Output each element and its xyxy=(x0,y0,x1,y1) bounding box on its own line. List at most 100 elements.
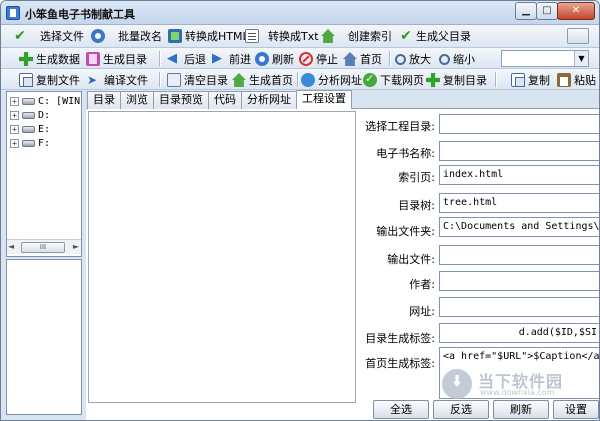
clear-toc-label: 清空目录 xyxy=(184,74,228,87)
copy-button[interactable]: 复制 xyxy=(511,71,550,89)
drive-label: F: xyxy=(38,138,51,149)
tab-code[interactable]: 代码 xyxy=(208,91,242,109)
to-html-button[interactable]: 转换成HTML xyxy=(168,27,249,45)
copy-label: 复制 xyxy=(528,74,550,87)
toolbar-options-button[interactable] xyxy=(567,28,589,44)
tree-item-f[interactable]: + F: xyxy=(10,137,50,150)
forward-label: 前进 xyxy=(229,53,251,66)
scroll-right-arrow-icon[interactable]: ► xyxy=(73,242,79,251)
app-icon xyxy=(6,6,20,20)
horizontal-scrollbar[interactable]: ◄ III ► xyxy=(7,239,81,254)
home-icon xyxy=(232,73,246,87)
settings-button[interactable]: 设置 xyxy=(553,400,599,419)
file-list[interactable] xyxy=(6,259,82,415)
zoom-out-button[interactable]: 缩小 xyxy=(439,50,475,68)
output-file-input[interactable] xyxy=(439,245,599,265)
watermark: 当下软件园 www.downxia.com xyxy=(442,367,599,401)
index-page-label: 索引页: xyxy=(398,171,435,184)
generate-toc-button[interactable]: 生成目录 xyxy=(86,50,147,68)
create-index-button[interactable]: 创建索引 xyxy=(321,27,392,45)
preview-pane[interactable] xyxy=(88,111,356,403)
homepage-tag-label: 首页生成标签: xyxy=(365,357,435,370)
drive-icon xyxy=(22,126,35,133)
author-input[interactable] xyxy=(439,271,599,291)
toolbar-navigation: 生成数据 生成目录 ◀ 后退 ▶ 前进 刷新 停止 首页 放大 缩小 ▼ xyxy=(1,48,599,69)
zoom-out-label: 缩小 xyxy=(453,53,475,66)
invert-selection-button[interactable]: 反选 xyxy=(433,400,489,419)
clear-toc-button[interactable]: 清空目录 xyxy=(167,71,228,89)
toc-tree-input[interactable]: tree.html xyxy=(439,193,599,213)
select-all-button[interactable]: 全选 xyxy=(373,400,429,419)
download-page-button[interactable]: 下载网页 xyxy=(363,71,424,89)
copy-toc-button[interactable]: 复制目录 xyxy=(426,71,487,89)
tab-toc[interactable]: 目录 xyxy=(87,91,121,109)
tree-item-c[interactable]: + C: [WIN xyxy=(10,95,80,108)
minimize-button[interactable]: ▁ xyxy=(515,2,537,20)
scroll-left-arrow-icon[interactable]: ◄ xyxy=(8,242,14,251)
refresh-icon xyxy=(91,29,105,43)
stop-button[interactable]: 停止 xyxy=(299,50,338,68)
toolbar-actions: 复制文件 ➤ 编译文件 清空目录 生成首页 分析网址 下载网页 复制目录 xyxy=(1,69,599,90)
paste-button[interactable]: 粘贴 xyxy=(557,71,596,89)
forward-button[interactable]: ▶ 前进 xyxy=(212,50,251,68)
tab-analyze-url[interactable]: 分析网址 xyxy=(241,91,297,109)
window-title: 小笨鱼电子书制献工具 xyxy=(25,8,135,21)
address-combo[interactable]: ▼ xyxy=(501,50,589,67)
paste-label: 粘贴 xyxy=(574,74,596,87)
expand-icon[interactable]: + xyxy=(10,139,19,148)
toc-tag-input[interactable]: d.add($ID,$SI xyxy=(439,323,599,343)
compile-file-button[interactable]: ➤ 编译文件 xyxy=(87,71,148,89)
forward-arrow-icon: ▶ xyxy=(212,51,222,66)
index-page-input[interactable]: index.html xyxy=(439,165,599,185)
project-dir-label: 选择工程目录: xyxy=(365,120,435,133)
drive-tree[interactable]: + C: [WIN + D: + E: + F: xyxy=(6,91,82,257)
compile-arrow-icon: ➤ xyxy=(87,73,98,87)
generate-homepage-button[interactable]: 生成首页 xyxy=(232,71,293,89)
refresh-icon xyxy=(255,52,269,66)
refresh-list-button[interactable]: 刷新 xyxy=(493,400,549,419)
toolbar-separator xyxy=(159,72,160,87)
home-label: 首页 xyxy=(360,53,382,66)
batch-rename-button[interactable]: 批量改名 xyxy=(91,27,162,45)
maximize-button[interactable]: □ xyxy=(536,2,558,20)
toolbar-separator xyxy=(159,51,160,66)
tree-item-d[interactable]: + D: xyxy=(10,109,50,122)
analyze-url-button[interactable]: 分析网址 xyxy=(301,71,362,89)
back-label: 后退 xyxy=(184,53,206,66)
generate-parent-dir-button[interactable]: ✔ 生成父目录 xyxy=(399,27,471,45)
copy-icon xyxy=(511,73,525,87)
website-input[interactable] xyxy=(439,297,599,317)
copy-file-button[interactable]: 复制文件 xyxy=(19,71,80,89)
tab-project-settings[interactable]: 工程设置 xyxy=(296,90,352,109)
zoom-in-label: 放大 xyxy=(409,53,431,66)
scroll-thumb[interactable]: III xyxy=(21,242,65,253)
tree-item-e[interactable]: + E: xyxy=(10,123,50,136)
analyze-icon xyxy=(301,73,315,87)
zoom-in-button[interactable]: 放大 xyxy=(395,50,431,68)
title-bar: 小笨鱼电子书制献工具 ▁ □ ✕ xyxy=(1,1,599,25)
project-dir-input[interactable] xyxy=(439,114,599,134)
select-file-button[interactable]: ✔ 选择文件 xyxy=(13,27,84,45)
back-button[interactable]: ◀ 后退 xyxy=(167,50,206,68)
copy-icon xyxy=(19,73,33,87)
ebook-name-input[interactable] xyxy=(439,141,599,161)
close-button[interactable]: ✕ xyxy=(557,2,595,20)
expand-icon[interactable]: + xyxy=(10,97,19,106)
book-icon xyxy=(86,52,100,66)
tab-toc-preview[interactable]: 目录预览 xyxy=(153,91,209,109)
home-button[interactable]: 首页 xyxy=(343,50,382,68)
expand-icon[interactable]: + xyxy=(10,111,19,120)
copy-file-label: 复制文件 xyxy=(36,74,80,87)
refresh-button[interactable]: 刷新 xyxy=(255,50,294,68)
chevron-down-icon[interactable]: ▼ xyxy=(574,51,588,66)
tab-browse[interactable]: 浏览 xyxy=(120,91,154,109)
generate-toc-label: 生成目录 xyxy=(103,53,147,66)
generate-parent-dir-label: 生成父目录 xyxy=(416,30,471,43)
expand-icon[interactable]: + xyxy=(10,125,19,134)
batch-rename-label: 批量改名 xyxy=(118,30,162,43)
output-folder-input[interactable]: C:\Documents and Settings\Adm xyxy=(439,217,599,237)
generate-data-button[interactable]: 生成数据 xyxy=(19,50,80,68)
zoom-out-icon xyxy=(439,53,450,65)
home-icon xyxy=(343,52,357,66)
to-txt-button[interactable]: 转换成Txt xyxy=(245,27,319,45)
